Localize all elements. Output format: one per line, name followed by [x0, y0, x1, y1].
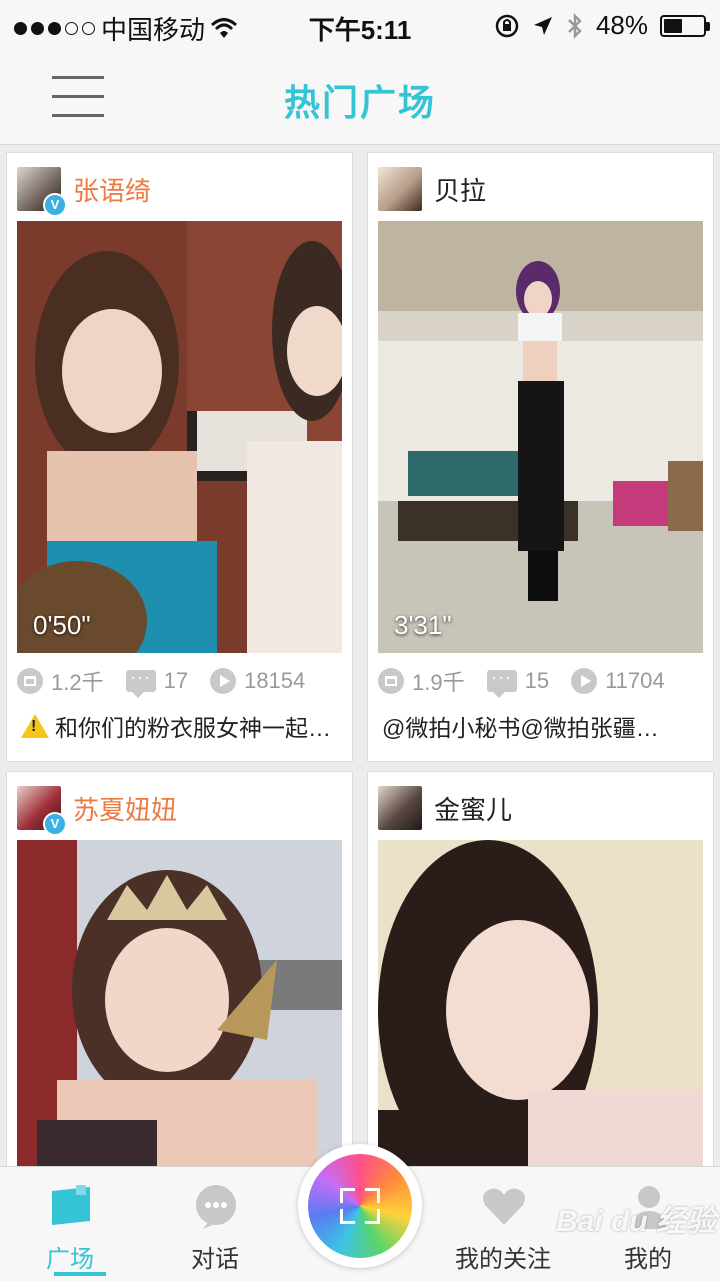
tab-chat[interactable]: 对话 — [155, 1167, 275, 1281]
watermark: Bai du 经验 — [556, 1205, 717, 1238]
username[interactable]: 贝拉 — [434, 171, 486, 208]
video-caption[interactable]: @微拍小秘书@微拍张疆… — [382, 709, 702, 743]
nav-bar: 热门广场 — [0, 50, 720, 145]
record-video-button[interactable] — [298, 1144, 422, 1268]
gift-icon — [17, 668, 43, 694]
card-stats: 1.2千 17 18154 — [17, 665, 347, 698]
battery-percent: 48% — [595, 10, 648, 40]
comment-icon — [486, 667, 517, 698]
video-duration: 0'50" — [33, 610, 91, 640]
heart-icon — [483, 1188, 525, 1225]
play-count: 11704 — [605, 668, 665, 693]
play-icon — [210, 668, 237, 694]
bluetooth-icon — [568, 12, 582, 39]
avatar[interactable]: V — [17, 167, 67, 217]
avatar[interactable] — [378, 167, 422, 211]
comment-stat[interactable]: 15 — [486, 667, 550, 698]
gift-stat[interactable]: 1.9千 — [378, 665, 465, 697]
video-card[interactable]: V 苏夏妞妞 — [6, 771, 353, 1191]
verified-badge-icon: V — [43, 193, 67, 217]
video-thumbnail[interactable] — [378, 840, 703, 1170]
video-thumbnail[interactable] — [17, 840, 342, 1170]
comment-count: 17 — [163, 668, 189, 693]
verified-badge-icon: V — [43, 812, 67, 836]
chat-bubble-icon — [196, 1185, 236, 1229]
play-stat: 11704 — [571, 668, 665, 694]
video-thumbnail[interactable]: 0'50" — [17, 221, 342, 653]
comment-icon — [125, 667, 156, 698]
video-thumbnail-image — [17, 221, 342, 653]
tab-label: 对话 — [191, 1246, 239, 1273]
username[interactable]: 苏夏妞妞 — [73, 790, 177, 827]
video-card[interactable]: 贝拉 3'31" 1.9千 15 — [367, 152, 714, 762]
card-header: V 张语绮 — [17, 165, 151, 217]
caption-text: @微拍小秘书@微拍张疆… — [382, 715, 659, 741]
tab-following[interactable]: 我的关注 — [443, 1167, 563, 1281]
video-thumbnail-image — [378, 840, 703, 1170]
tab-label: 我的 — [624, 1246, 672, 1273]
status-bar: 中国移动 下午5:11 48% — [0, 0, 720, 50]
play-icon — [571, 668, 598, 694]
battery-icon — [660, 14, 710, 37]
status-right: 48% — [494, 10, 710, 41]
gift-count: 1.2千 — [51, 670, 104, 695]
camera-frame-icon — [340, 1188, 380, 1224]
video-duration: 3'31" — [394, 610, 452, 640]
card-stats: 1.9千 15 11704 — [378, 665, 708, 698]
caption-text: 和你们的粉衣服女神一起… — [55, 715, 331, 741]
camera-gradient — [308, 1154, 412, 1258]
page-title: 热门广场 — [283, 82, 436, 123]
card-header: V 苏夏妞妞 — [17, 784, 177, 836]
comment-count: 15 — [524, 668, 550, 693]
username[interactable]: 金蜜儿 — [434, 790, 512, 827]
video-card[interactable]: V 张语绮 0'50" 1.2千 17 — [6, 152, 353, 762]
avatar[interactable] — [378, 786, 422, 830]
video-thumbnail-image — [17, 840, 342, 1170]
gift-icon — [378, 668, 404, 694]
battery-level — [664, 18, 682, 33]
tab-label: 广场 — [46, 1246, 94, 1273]
play-count: 18154 — [244, 668, 306, 693]
comment-stat[interactable]: 17 — [125, 667, 189, 698]
video-caption[interactable]: 和你们的粉衣服女神一起… — [21, 709, 341, 743]
tab-square[interactable]: 广场 — [10, 1167, 130, 1281]
rotation-lock-icon — [495, 14, 519, 37]
tab-label: 我的关注 — [455, 1246, 551, 1273]
play-stat: 18154 — [210, 668, 305, 694]
location-arrow-icon — [533, 16, 552, 35]
warning-icon — [21, 714, 49, 738]
gift-count: 1.9千 — [412, 670, 465, 695]
video-thumbnail-image — [378, 221, 703, 653]
square-icon — [52, 1185, 90, 1225]
active-tab-indicator — [54, 1272, 106, 1276]
video-thumbnail[interactable]: 3'31" — [378, 221, 703, 653]
username[interactable]: 张语绮 — [73, 171, 151, 208]
gift-stat[interactable]: 1.2千 — [17, 665, 104, 697]
card-header: 贝拉 — [378, 165, 486, 213]
avatar[interactable]: V — [17, 786, 67, 836]
card-header: 金蜜儿 — [378, 784, 512, 832]
video-card[interactable]: 金蜜儿 — [367, 771, 714, 1191]
